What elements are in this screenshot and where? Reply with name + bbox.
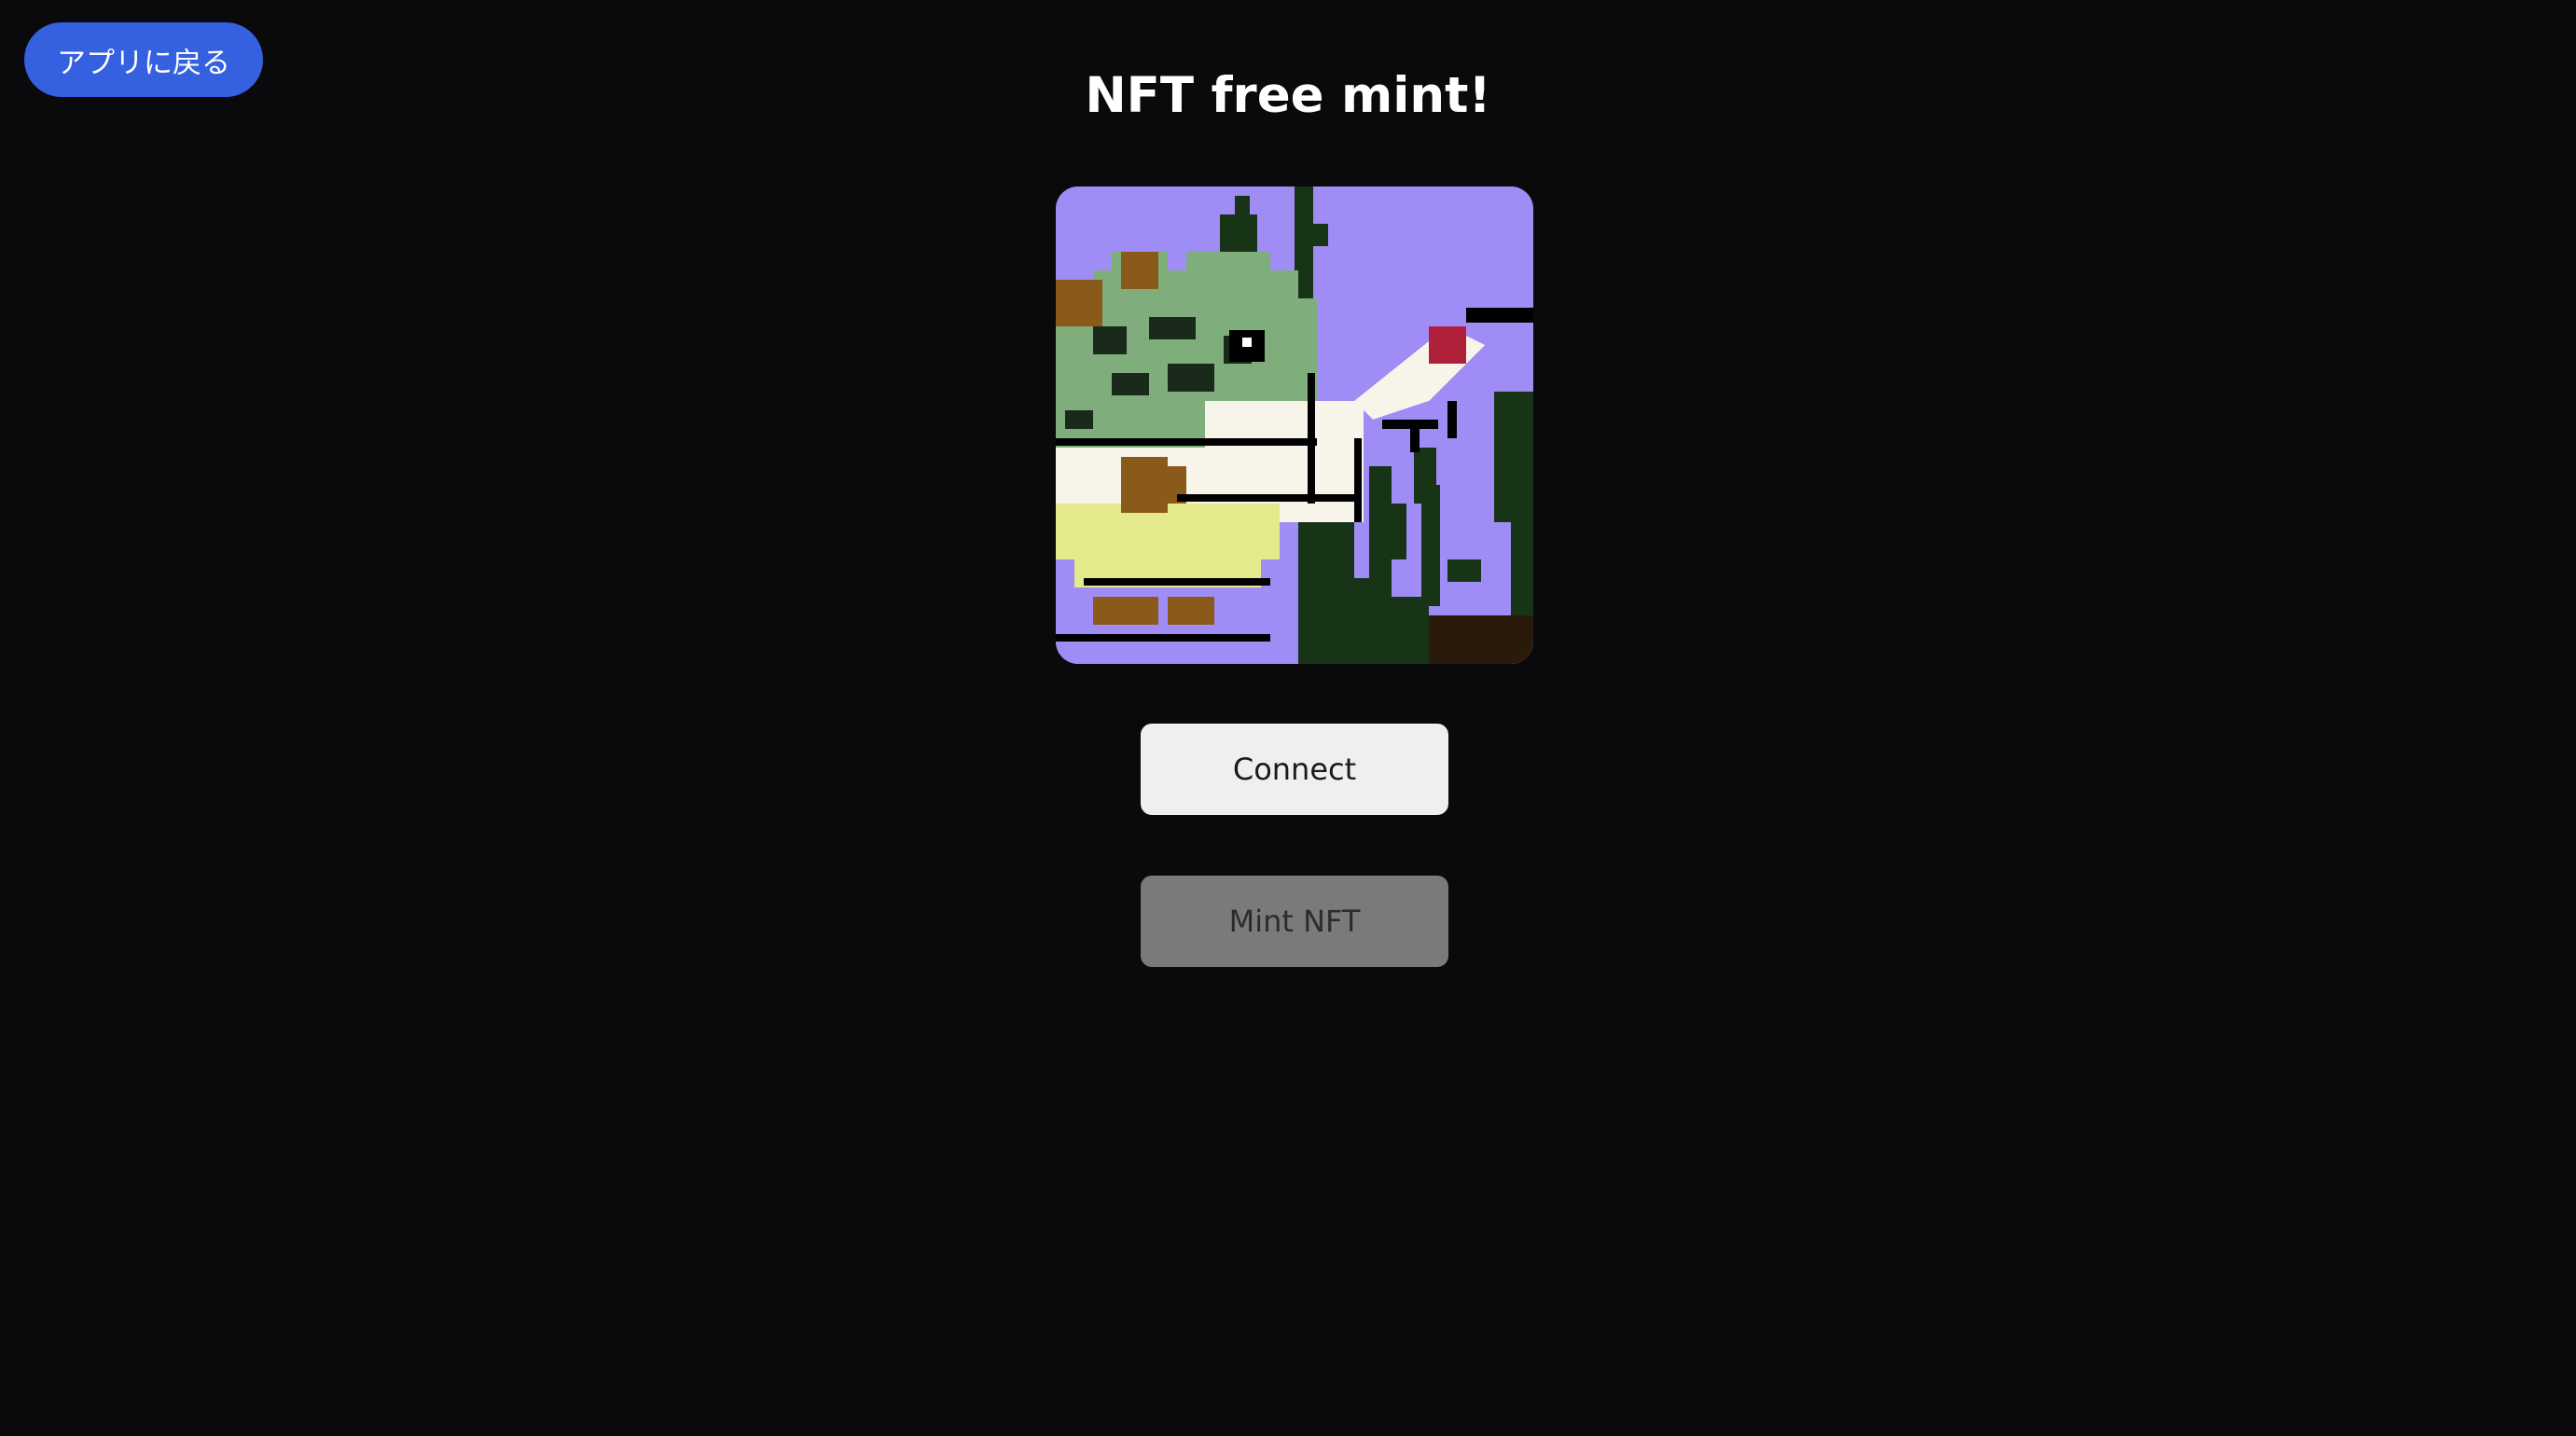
nft-preview-image (1056, 186, 1533, 664)
connect-button[interactable]: Connect (1141, 724, 1448, 815)
mint-nft-button[interactable]: Mint NFT (1141, 876, 1448, 967)
page-title: NFT free mint! (1085, 67, 1491, 124)
